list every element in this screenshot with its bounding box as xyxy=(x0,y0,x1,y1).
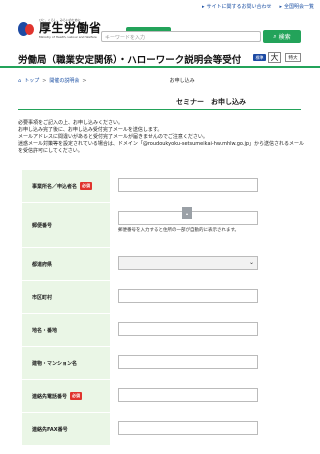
breadcrumb-middle-link[interactable]: 開催の説明会 xyxy=(49,77,79,84)
site-inquiry-label: サイトに関するお問い合わせ xyxy=(206,4,272,10)
form-row-fax: 連絡先FAX番号 xyxy=(22,413,302,445)
field-label: 事業所名／申込者名 必須 xyxy=(22,170,110,202)
field-label: 連絡先電話番号 必須 xyxy=(22,380,110,412)
fax-label: 連絡先FAX番号 xyxy=(32,426,68,433)
logo-mark-icon xyxy=(18,20,36,38)
field-cell: ▴ 郵便番号を入力すると住所の一部が自動的に表示されます。 xyxy=(110,203,302,247)
field-label: 郵便番号 xyxy=(22,203,110,247)
cursor-tooltip: ▴ xyxy=(182,207,192,219)
arrow-right-icon: ▸ xyxy=(201,4,205,10)
city-input[interactable] xyxy=(118,289,258,303)
application-form: 事業所名／申込者名 必須 郵便番号 ▴ 郵便番号を入力すると住所の一部が自動的に… xyxy=(22,170,302,445)
field-cell xyxy=(110,314,302,346)
address-label: 地名・番地 xyxy=(32,327,58,334)
top-links: ▸ サイトに関するお問い合わせ ▸ 全国明会一覧 xyxy=(202,3,314,10)
required-badge: 必須 xyxy=(80,182,93,190)
company-name-label: 事業所名／申込者名 xyxy=(32,183,78,190)
required-badge: 必須 xyxy=(70,392,83,400)
company-name-input[interactable] xyxy=(118,178,258,192)
section-divider xyxy=(18,109,301,110)
logo-text: ひと、くらし、みらいのために 厚生労働省 Ministry of Health,… xyxy=(39,18,102,39)
field-label: 都道府県 xyxy=(22,248,110,280)
building-label: 建物・マンション名 xyxy=(32,360,78,367)
breadcrumb-separator: > xyxy=(82,77,87,84)
seminar-list-label: 全国明会一覧 xyxy=(283,4,314,10)
form-row-phone: 連絡先電話番号 必須 xyxy=(22,380,302,412)
field-cell xyxy=(110,413,302,445)
breadcrumb-separator: > xyxy=(42,77,47,84)
field-cell: ⌄ xyxy=(110,248,302,280)
font-size-large-button[interactable]: 大 xyxy=(268,52,281,63)
arrow-right-icon: ▸ xyxy=(279,4,282,10)
title-bar: 労働局（職業安定関係）・ハローワーク説明会等受付 標準 大 特大 xyxy=(0,50,320,68)
mhlw-logo[interactable]: ひと、くらし、みらいのために 厚生労働省 Ministry of Health,… xyxy=(18,18,102,39)
prefecture-select[interactable]: ⌄ xyxy=(118,256,258,270)
logo-name: 厚生労働省 xyxy=(39,21,102,35)
notice-line: 必要事項をご記入の上、お申し込みください。 xyxy=(18,120,124,126)
home-icon: ⌂ xyxy=(18,77,22,84)
search-button[interactable]: ⌕ 検索 xyxy=(263,30,301,43)
search-input[interactable]: キーワードを入力 xyxy=(101,31,261,42)
logo-english-name: Ministry of Health, Labour and Welfare xyxy=(39,35,97,39)
field-cell xyxy=(110,281,302,313)
page-title: 労働局（職業安定関係）・ハローワーク説明会等受付 xyxy=(18,55,242,66)
notice-line: 迷惑メール対策等を設定されている場合は、ドメイン「@roudoukyoku-se… xyxy=(18,141,305,154)
field-label: 地名・番地 xyxy=(22,314,110,346)
form-row-address: 地名・番地 xyxy=(22,314,302,346)
postal-code-label: 郵便番号 xyxy=(32,222,53,229)
field-label: 市区町村 xyxy=(22,281,110,313)
notice-text: 必要事項をご記入の上、お申し込みください。 お申し込み完了後に、お申し込み受付完… xyxy=(18,120,308,155)
phone-input[interactable] xyxy=(118,388,258,402)
fax-input[interactable] xyxy=(118,421,258,435)
field-cell xyxy=(110,347,302,379)
breadcrumb: ⌂ トップ > 開催の説明会 > お申し込み xyxy=(18,77,195,85)
prefecture-label: 都道府県 xyxy=(32,261,53,268)
form-row-city: 市区町村 xyxy=(22,281,302,313)
site-header: ▸ サイトに関するお問い合わせ ▸ 全国明会一覧 ひと、くらし、みらいのために 厚生… xyxy=(0,0,320,48)
building-input[interactable] xyxy=(118,355,258,369)
notice-line: お申し込み完了後に、お申し込み受付完了メールを送信します。 xyxy=(18,127,163,133)
address-input[interactable] xyxy=(118,322,258,336)
site-inquiry-link[interactable]: ▸ サイトに関するお問い合わせ xyxy=(202,3,272,10)
font-size-standard-button[interactable]: 標準 xyxy=(253,54,266,61)
form-row-building: 建物・マンション名 xyxy=(22,347,302,379)
notice-line: メールアドレスに間違いがあると受付完了メールが届きませんのでご注意ください。 xyxy=(18,134,208,140)
phone-label: 連絡先電話番号 xyxy=(32,393,68,400)
form-row-postal-code: 郵便番号 ▴ 郵便番号を入力すると住所の一部が自動的に表示されます。 xyxy=(22,203,302,247)
field-cell xyxy=(110,170,302,202)
section-title: セミナー お申し込み xyxy=(176,98,246,106)
form-row-company-name: 事業所名／申込者名 必須 xyxy=(22,170,302,202)
form-row-prefecture: 都道府県 ⌄ xyxy=(22,248,302,280)
field-cell xyxy=(110,380,302,412)
chevron-down-icon: ⌄ xyxy=(248,259,254,266)
breadcrumb-current: お申し込み xyxy=(169,78,195,84)
search-button-label: 検索 xyxy=(278,34,291,41)
city-label: 市区町村 xyxy=(32,294,53,301)
font-size-xlarge-button[interactable]: 特大 xyxy=(285,53,301,62)
postal-code-help: 郵便番号を入力すると住所の一部が自動的に表示されます。 xyxy=(118,228,240,233)
seminar-list-link[interactable]: ▸ 全国明会一覧 xyxy=(279,3,314,10)
breadcrumb-home-link[interactable]: トップ xyxy=(24,77,39,84)
search-icon: ⌕ xyxy=(273,32,277,40)
field-label: 連絡先FAX番号 xyxy=(22,413,110,445)
field-label: 建物・マンション名 xyxy=(22,347,110,379)
